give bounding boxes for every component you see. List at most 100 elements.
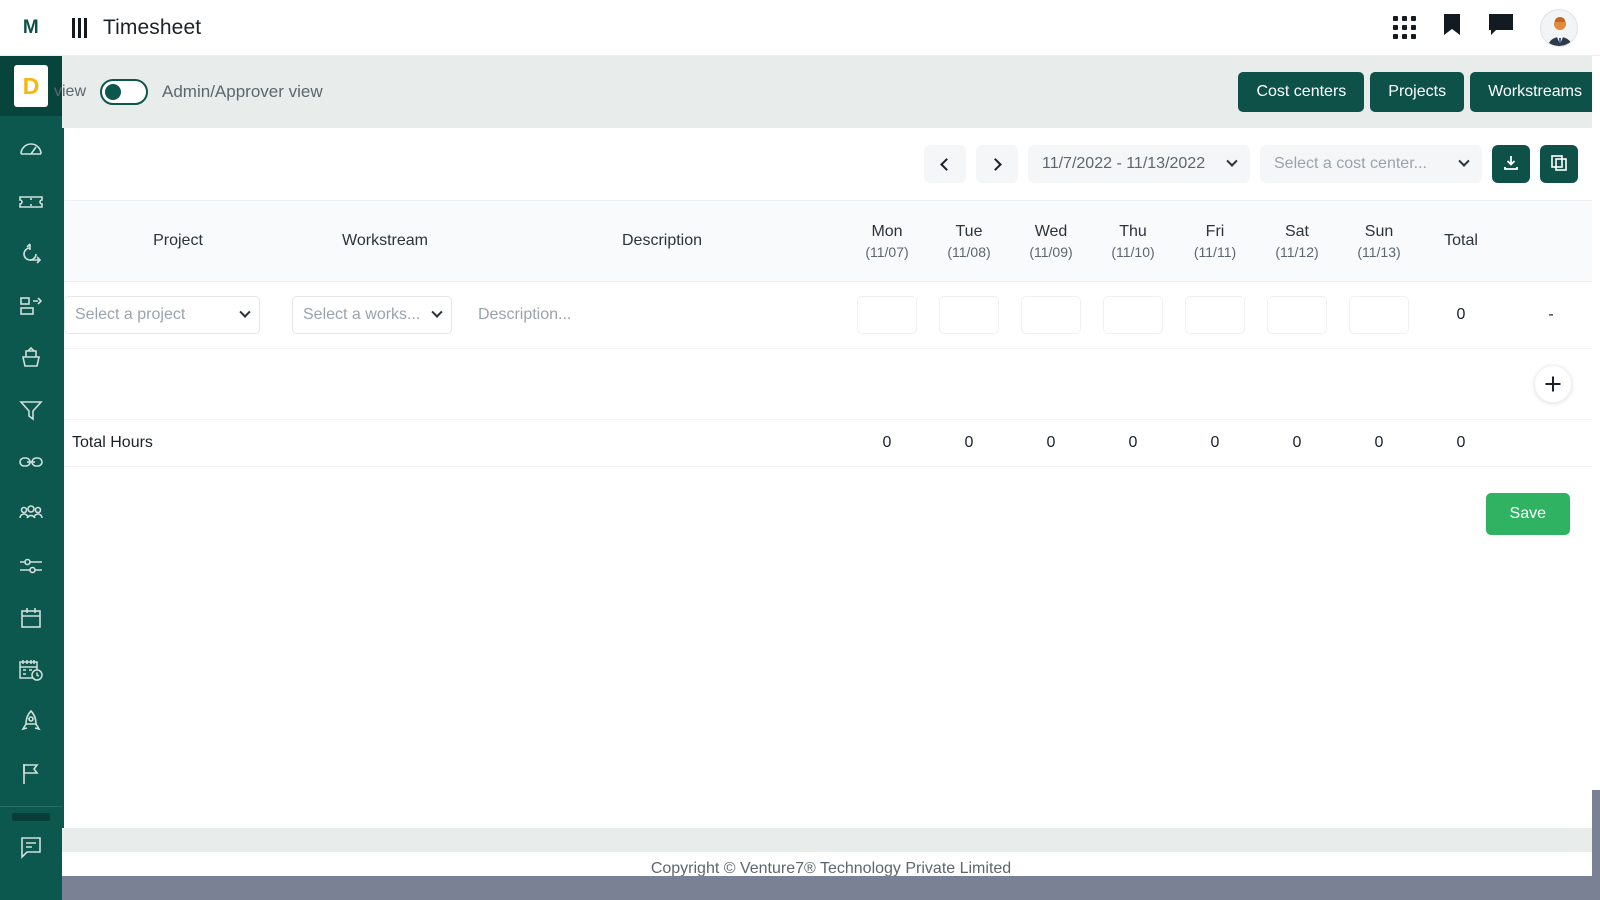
ticket-icon bbox=[18, 189, 44, 215]
view-subheader: view Admin/Approver view Cost centers Pr… bbox=[54, 56, 1600, 128]
hours-input-fri[interactable] bbox=[1185, 296, 1245, 335]
timesheet-toolbar: 11/7/2022 - 11/13/2022 Select a cost cen… bbox=[64, 128, 1600, 200]
sidebar-item-sprints[interactable] bbox=[0, 228, 62, 280]
sidebar-item-timesheet[interactable] bbox=[0, 644, 62, 696]
totals-label: Total Hours bbox=[64, 419, 292, 468]
hours-input-wed[interactable] bbox=[1021, 296, 1081, 335]
subheader-buttons: Cost centers Projects Workstreams bbox=[1238, 72, 1600, 112]
day-name: Sun bbox=[1364, 223, 1394, 240]
hours-input-thu[interactable] bbox=[1103, 296, 1163, 335]
chevron-down-icon bbox=[239, 306, 251, 319]
day-date: (11/07) bbox=[865, 243, 909, 260]
save-button[interactable]: Save bbox=[1485, 493, 1570, 536]
totals-row: Total Hours 0 0 0 0 0 0 0 0 bbox=[64, 419, 1600, 468]
download-icon bbox=[1502, 154, 1520, 175]
column-header-description: Description bbox=[478, 199, 846, 283]
sidebar-item-goals[interactable] bbox=[0, 748, 62, 800]
chevron-down-icon bbox=[431, 306, 443, 319]
cell-hours-thu bbox=[1092, 281, 1174, 350]
column-header-mon: Mon (11/07) bbox=[846, 199, 928, 283]
column-header-workstream: Workstream bbox=[292, 199, 478, 283]
total-thu: 0 bbox=[1092, 419, 1174, 468]
sidebar-item-calendar[interactable] bbox=[0, 592, 62, 644]
day-date: (11/12) bbox=[1275, 243, 1319, 260]
admin-view-toggle[interactable] bbox=[100, 79, 149, 105]
cost-center-placeholder: Select a cost center... bbox=[1274, 155, 1427, 172]
totals-spacer-actions bbox=[1502, 419, 1600, 468]
cell-row-total: 0 bbox=[1420, 281, 1502, 350]
chevron-right-icon bbox=[989, 157, 1002, 171]
menu-bars-icon[interactable] bbox=[72, 17, 87, 38]
vertical-scrollbar-thumb[interactable] bbox=[1592, 790, 1600, 876]
add-row-button[interactable] bbox=[1534, 365, 1572, 404]
document-chat-icon bbox=[18, 834, 44, 860]
sidebar-item-settings[interactable] bbox=[0, 540, 62, 592]
sprint-cycle-icon bbox=[18, 241, 44, 267]
flag-icon bbox=[18, 761, 44, 787]
horizontal-scrollbar[interactable] bbox=[62, 876, 1600, 900]
copy-button[interactable] bbox=[1540, 145, 1578, 183]
sidebar-item-reports[interactable] bbox=[0, 821, 62, 873]
column-header-fri: Fri (11/11) bbox=[1174, 199, 1256, 283]
app-root: M Timesheet D view Admin/Approver view C… bbox=[0, 0, 1600, 900]
download-button[interactable] bbox=[1492, 145, 1530, 183]
total-mon: 0 bbox=[846, 419, 928, 468]
project-select[interactable]: Select a project bbox=[64, 296, 260, 335]
sidebar-item-teams[interactable] bbox=[0, 488, 62, 540]
funnel-icon bbox=[18, 397, 44, 423]
hours-input-tue[interactable] bbox=[939, 296, 999, 335]
toolbar-controls: 11/7/2022 - 11/13/2022 Select a cost cen… bbox=[924, 145, 1578, 183]
sidebar-item-links[interactable] bbox=[0, 436, 62, 488]
user-avatar[interactable] bbox=[1540, 8, 1578, 47]
table-header: Project Workstream Description Mon (11/0… bbox=[64, 199, 1600, 283]
hours-input-sun[interactable] bbox=[1349, 296, 1409, 335]
link-icon bbox=[18, 449, 44, 475]
timesheet-panel: 11/7/2022 - 11/13/2022 Select a cost cen… bbox=[62, 128, 1600, 828]
bookmark-icon[interactable] bbox=[1442, 13, 1462, 42]
basket-icon bbox=[18, 345, 44, 371]
sidebar-item-backlog[interactable] bbox=[0, 280, 62, 332]
date-range-selector[interactable]: 11/7/2022 - 11/13/2022 bbox=[1028, 145, 1250, 183]
cell-hours-sat bbox=[1256, 281, 1338, 350]
projects-button[interactable]: Projects bbox=[1370, 72, 1465, 112]
workstreams-button[interactable]: Workstreams bbox=[1470, 72, 1600, 112]
chevron-down-icon bbox=[1458, 155, 1470, 167]
workstream-placeholder: Select a works... bbox=[303, 306, 421, 324]
cell-hours-tue bbox=[928, 281, 1010, 350]
grand-total: 0 bbox=[1420, 419, 1502, 468]
hours-input-mon[interactable] bbox=[857, 296, 917, 335]
previous-week-button[interactable] bbox=[924, 145, 966, 183]
workstream-select[interactable]: Select a works... bbox=[292, 296, 452, 335]
column-header-thu: Thu (11/10) bbox=[1092, 199, 1174, 283]
calendar-clock-icon bbox=[18, 657, 44, 683]
rocket-icon bbox=[18, 709, 44, 735]
backlog-board-icon bbox=[18, 293, 44, 319]
cost-center-select[interactable]: Select a cost center... bbox=[1260, 145, 1482, 183]
chat-bubble-icon[interactable] bbox=[1488, 13, 1514, 42]
next-week-button[interactable] bbox=[976, 145, 1018, 183]
left-sidebar: D bbox=[0, 56, 62, 900]
brand-initial: M bbox=[22, 16, 40, 38]
sidebar-item-tickets[interactable] bbox=[0, 176, 62, 228]
view-toggle-group: view Admin/Approver view bbox=[54, 79, 323, 105]
save-row: Save bbox=[64, 467, 1600, 536]
cost-centers-button[interactable]: Cost centers bbox=[1238, 72, 1365, 112]
hours-input-sat[interactable] bbox=[1267, 296, 1327, 335]
sidebar-item-launch[interactable] bbox=[0, 696, 62, 748]
cell-hours-wed bbox=[1010, 281, 1092, 350]
apps-grid-icon[interactable] bbox=[1393, 16, 1416, 39]
sidebar-item-releases[interactable] bbox=[0, 332, 62, 384]
column-header-actions bbox=[1502, 199, 1600, 283]
vertical-scrollbar-track[interactable] bbox=[1592, 56, 1600, 876]
chevron-left-icon bbox=[940, 157, 953, 171]
employee-view-label: view bbox=[54, 83, 87, 100]
description-input[interactable] bbox=[478, 306, 846, 325]
copy-icon bbox=[1550, 154, 1568, 175]
sidebar-active-indicator bbox=[12, 813, 50, 821]
column-header-wed: Wed (11/09) bbox=[1010, 199, 1092, 283]
sidebar-divider bbox=[0, 806, 62, 807]
total-tue: 0 bbox=[928, 419, 1010, 468]
sidebar-item-dashboard[interactable] bbox=[0, 124, 62, 176]
sidebar-item-filters[interactable] bbox=[0, 384, 62, 436]
sidebar-logo[interactable]: D bbox=[14, 65, 48, 107]
